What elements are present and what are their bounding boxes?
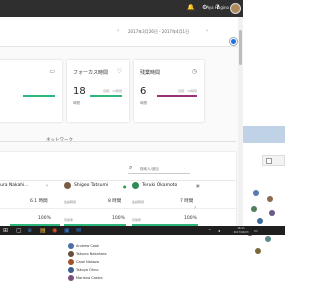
people-panel: ⌕ ura Nakahi… › 6.1 時間 100% Shigeo Tatsu… <box>0 152 236 226</box>
person-name[interactable]: ura Nakahi… <box>0 183 29 188</box>
hours-label: 会議時間 <box>132 200 145 204</box>
rate-label: 同僚率 <box>132 218 142 222</box>
user-avatar[interactable] <box>230 3 241 14</box>
network-node-avatar[interactable] <box>255 248 261 254</box>
date-navigation-bar: ‹ 2017年3月26日 - 2017年4月1日 › <box>0 17 243 47</box>
card-title: フォーカス時間 <box>73 70 109 76</box>
clock-icon: ◷ <box>191 68 197 75</box>
people-search[interactable]: ⌕ <box>128 164 190 174</box>
node-label: Mariana Castro <box>76 276 103 280</box>
app-icon[interactable]: ◉ <box>52 227 57 234</box>
person-name[interactable]: Shigeo Tatsumi <box>74 183 108 188</box>
date-range: 2017年3月26日 - 2017年4月1日 <box>128 29 190 34</box>
avatar <box>68 259 74 265</box>
clock[interactable]: 16:11 2017/04/03 <box>232 227 250 234</box>
calendar-icon: ▭ <box>49 68 55 75</box>
status-dot-icon: ● <box>123 184 127 189</box>
avatar[interactable] <box>64 182 71 189</box>
window-icon <box>266 158 272 164</box>
app-window: 🔔 ⚙ ? Aya Hagino ‹ 2017年3月26日 - 2017年4月1… <box>0 0 243 226</box>
divider <box>0 208 236 209</box>
colleague-rate: 100% <box>38 216 51 221</box>
node-label: Andrew Cook <box>76 244 100 248</box>
lightbulb-icon: ♡ <box>116 68 122 75</box>
mail-icon[interactable]: ✉ <box>76 227 81 234</box>
bell-icon[interactable]: 🔔 <box>187 5 194 11</box>
store-icon[interactable]: ▣ <box>64 227 70 234</box>
task-view-icon[interactable]: ▢ <box>16 227 22 234</box>
node-label: Carol Nakazo <box>76 260 100 264</box>
network-node-avatar[interactable] <box>251 206 257 212</box>
card-value: 6 <box>140 86 147 97</box>
card-goal: 目標：10時間 <box>178 89 197 93</box>
colleague-rate: 100% <box>112 216 125 221</box>
avatar <box>68 275 74 281</box>
right-network-cluster <box>243 186 285 286</box>
stat-card-meetings: ▭ <box>0 60 62 122</box>
previous-week-icon[interactable]: ‹ <box>117 28 119 34</box>
card-unit: 時間 <box>140 101 147 105</box>
volume-icon[interactable]: ◂ <box>218 227 220 234</box>
progress-bar <box>90 95 122 97</box>
file-explorer-icon[interactable]: ▤ <box>40 227 46 234</box>
notification-icon[interactable]: ▭ <box>254 227 258 234</box>
network-node-avatar[interactable] <box>267 196 273 202</box>
stat-card-focus: フォーカス時間 ♡ 18 時間 目標：15時間 <box>67 60 129 122</box>
network-node-avatar[interactable] <box>253 190 259 196</box>
person-name[interactable]: Teruki Okamoto <box>142 183 177 188</box>
windows-start-icon[interactable]: ⊞ <box>3 227 8 234</box>
chevron-right-icon: › <box>46 183 48 189</box>
meeting-hours: 6.1 時間 <box>30 199 48 204</box>
node-label: Takuya Ohno <box>76 268 99 272</box>
tab-network[interactable]: ネットワーク <box>46 137 73 143</box>
divider <box>0 141 236 142</box>
progress-bar <box>23 95 55 97</box>
meeting-hours: 7 時間 <box>180 199 194 204</box>
card-goal: 目標：15時間 <box>103 89 122 93</box>
avatar <box>68 243 74 249</box>
taskbar: ⊞ ▢ e ▤ ◉ ▣ ✉ ⌃ ◂ 16:11 2017/04/03 ▭ <box>0 226 285 235</box>
avatar <box>68 267 74 273</box>
person-column[interactable]: Teruki Okamoto ▣ 会議時間 7 時間 同僚率 100% <box>132 180 202 226</box>
node-label: Tatsuro Nakahara <box>76 252 107 256</box>
network-node-avatar[interactable] <box>257 218 263 224</box>
status-dot[interactable] <box>230 38 237 45</box>
card-value: 18 <box>73 86 86 97</box>
grid-icon: ▣ <box>196 183 200 188</box>
network-node-avatar[interactable] <box>265 236 271 242</box>
system-tray-icon[interactable]: ⌃ <box>208 227 211 234</box>
edge-browser-icon[interactable]: e <box>28 227 32 234</box>
user-name[interactable]: Aya Hagino <box>206 5 229 10</box>
avatar[interactable] <box>132 182 139 189</box>
progress-bar <box>157 95 197 97</box>
colleague-rate: 100% <box>184 216 197 221</box>
scrollbar-thumb[interactable] <box>239 30 242 65</box>
top-bar: 🔔 ⚙ ? Aya Hagino <box>0 0 243 17</box>
window-toolbar[interactable] <box>262 155 285 166</box>
avatar <box>68 251 74 257</box>
window-header <box>243 126 285 143</box>
network-graph: Andrew Cook Tatsuro Nakahara Carol Nakazo T… <box>0 235 243 286</box>
stat-card-overtime: 残業時間 ◷ 6 時間 目標：10時間 <box>134 60 204 122</box>
card-unit: 時間 <box>73 101 80 105</box>
next-week-icon[interactable]: › <box>206 28 208 34</box>
search-icon[interactable]: ⌕ <box>129 165 132 171</box>
card-title: 残業時間 <box>140 70 161 76</box>
person-column[interactable]: ura Nakahi… › 6.1 時間 100% <box>0 180 62 226</box>
meeting-hours: 8 時間 <box>108 199 122 204</box>
chevron-right-icon[interactable]: › <box>194 204 196 211</box>
rate-label: 同僚率 <box>64 218 74 222</box>
person-column[interactable]: Shigeo Tatsumi ● 会議時間 8 時間 同僚率 100% <box>62 180 130 226</box>
hours-label: 会議時間 <box>64 200 77 204</box>
search-input[interactable] <box>140 166 188 172</box>
network-node-avatar[interactable] <box>269 210 275 216</box>
